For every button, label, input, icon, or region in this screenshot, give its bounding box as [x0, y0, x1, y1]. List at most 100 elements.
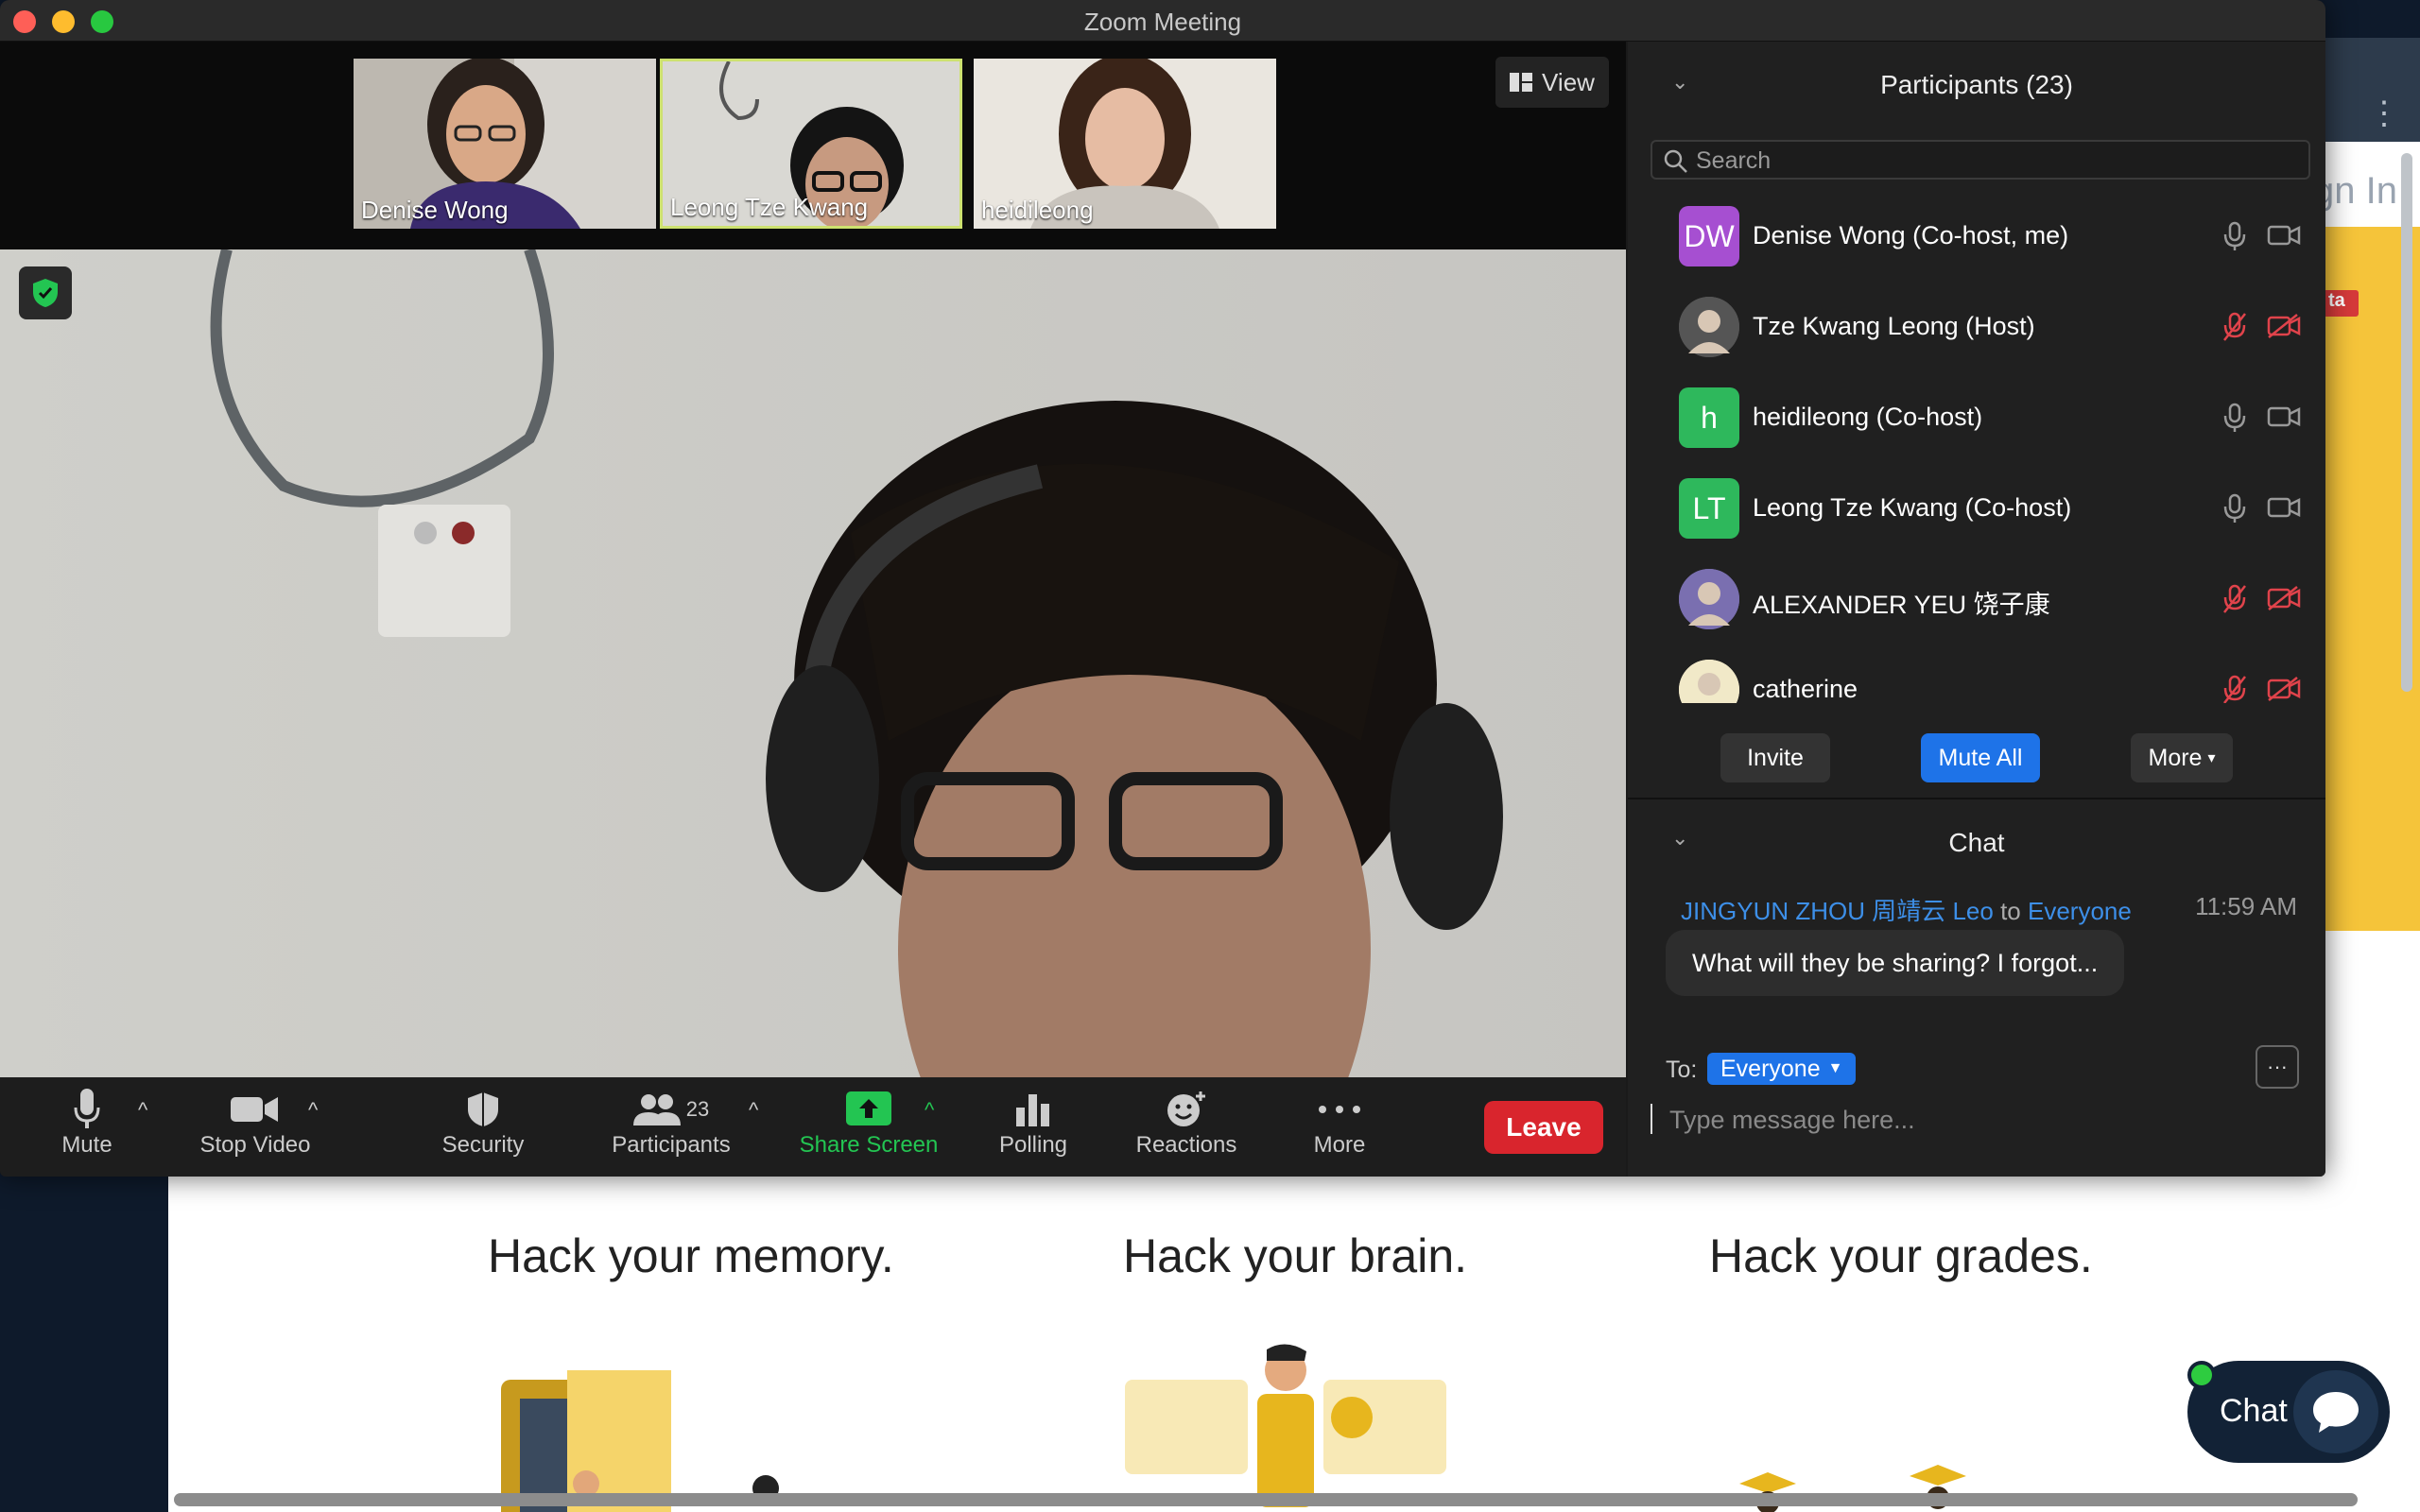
video-camera-icon[interactable]: [2267, 495, 2301, 524]
chat-timestamp: 11:59 AM: [2195, 892, 2297, 920]
more-button[interactable]: More: [1295, 1087, 1384, 1159]
view-label: View: [1542, 67, 1595, 96]
avatar-initials: h: [1701, 400, 1718, 435]
memory-illustration: [501, 1370, 779, 1512]
chat-message-input[interactable]: Type message here...: [1669, 1106, 1915, 1135]
leave-button[interactable]: Leave: [1484, 1101, 1603, 1154]
microphone-muted-icon[interactable]: [2221, 675, 2248, 703]
video-camera-icon[interactable]: [2267, 404, 2301, 434]
brain-illustration: [1125, 1344, 1446, 1507]
participants-search-input[interactable]: Search: [1651, 140, 2310, 180]
security-button[interactable]: Security: [431, 1087, 535, 1159]
participants-options-caret-icon[interactable]: ^: [749, 1098, 758, 1123]
stop-video-button[interactable]: Stop Video: [189, 1087, 321, 1159]
grid-view-icon: [1510, 73, 1533, 92]
video-off-icon[interactable]: [2267, 314, 2301, 343]
more-dots-icon: [1319, 1106, 1360, 1113]
avatar-initials: LT: [1692, 490, 1726, 525]
avatar: [1679, 569, 1739, 629]
video-camera-icon[interactable]: [2267, 223, 2301, 252]
participant-row[interactable]: LT Leong Tze Kwang (Co-host): [1628, 465, 2325, 556]
window-title: Zoom Meeting: [1083, 8, 1242, 36]
chat-sender[interactable]: JINGYUN ZHOU 周靖云 Leo: [1681, 897, 1994, 925]
zoom-window: Zoom Meeting Denise Wong Leong Tze Kwang…: [0, 0, 2325, 1177]
share-options-caret-icon[interactable]: ^: [925, 1098, 934, 1123]
mute-all-button[interactable]: Mute All: [1921, 733, 2040, 782]
active-speaker-video: [0, 249, 1626, 1077]
microphone-icon[interactable]: [2221, 493, 2248, 528]
chat-message-text: What will they be sharing? I forgot...: [1692, 948, 2099, 977]
microphone-icon[interactable]: [2221, 221, 2248, 256]
dropdown-caret-icon: ▼: [1827, 1060, 1843, 1076]
thumbnail-name: Denise Wong: [361, 196, 509, 224]
website-chat-widget[interactable]: Chat: [2187, 1361, 2390, 1463]
microphone-muted-icon[interactable]: [2221, 312, 2248, 347]
text-cursor: [1651, 1104, 1652, 1134]
chat-bubble-icon: [2293, 1370, 2378, 1453]
thumbnail-heidileong[interactable]: heidileong: [974, 59, 1276, 229]
search-icon: [1664, 149, 1687, 173]
participant-row[interactable]: h heidileong (Co-host): [1628, 374, 2325, 465]
polling-button[interactable]: Polling: [983, 1087, 1083, 1159]
participant-row[interactable]: ALEXANDER YEU 饶子康: [1628, 556, 2325, 646]
thumbnail-leong-tze-kwang[interactable]: Leong Tze Kwang: [660, 59, 962, 229]
meeting-toolbar: Mute ^ Stop Video ^ Security 23 Particip…: [0, 1077, 1626, 1177]
participants-button[interactable]: 23 Participants: [597, 1087, 745, 1159]
reactions-label: Reactions: [1135, 1132, 1237, 1158]
encryption-shield-icon[interactable]: [19, 266, 72, 319]
chat-recipient-dropdown[interactable]: Everyone ▼: [1707, 1053, 1857, 1085]
recipient-value: Everyone: [1720, 1055, 1821, 1082]
more-label: More: [1313, 1132, 1366, 1158]
heading-brain: Hack your brain.: [1123, 1229, 1468, 1282]
video-camera-icon: [231, 1097, 278, 1122]
more-participants-button[interactable]: More ▾: [2131, 733, 2233, 782]
stop-video-label: Stop Video: [199, 1132, 311, 1158]
video-off-icon[interactable]: [2267, 677, 2301, 703]
chat-more-options-button[interactable]: ···: [2256, 1045, 2299, 1089]
page-scrollbar[interactable]: [2401, 153, 2412, 692]
view-button[interactable]: View: [1495, 57, 1609, 108]
video-options-caret-icon[interactable]: ^: [308, 1098, 318, 1123]
horizontal-scrollbar[interactable]: [174, 1493, 2358, 1506]
reactions-button[interactable]: Reactions: [1125, 1087, 1248, 1159]
thumbnail-denise-wong[interactable]: Denise Wong: [354, 59, 656, 229]
participant-list: DW Denise Wong (Co-host, me) Tze Kwang Leo…: [1628, 193, 2325, 703]
smiley-icon: [1167, 1091, 1205, 1126]
bar-chart-icon: [1016, 1094, 1049, 1126]
participants-icon: [632, 1094, 681, 1125]
security-label: Security: [441, 1132, 525, 1158]
chat-recipient: Everyone: [2027, 897, 2132, 925]
heading-grades: Hack your grades.: [1709, 1229, 2093, 1282]
speaker-video-feed: [0, 249, 1626, 1077]
mute-button[interactable]: Mute: [38, 1087, 136, 1159]
profile-photo: [1679, 660, 1739, 703]
title-bar: Zoom Meeting: [0, 0, 2325, 42]
video-off-icon[interactable]: [2267, 586, 2301, 615]
microphone-muted-icon[interactable]: [2221, 584, 2248, 619]
chat-message-bubble: What will they be sharing? I forgot...: [1666, 930, 2125, 996]
sign-in-link[interactable]: gn In: [2313, 170, 2397, 213]
participant-name: Denise Wong (Co-host, me): [1753, 221, 2069, 249]
online-indicator: [2187, 1361, 2216, 1389]
chat-message-meta: JINGYUN ZHOU 周靖云 Leo to Everyone: [1681, 892, 2132, 927]
microphone-icon[interactable]: [2221, 403, 2248, 438]
video-thumbnail-strip: Denise Wong Leong Tze Kwang heidileong V…: [0, 42, 1626, 249]
search-placeholder: Search: [1696, 147, 1772, 174]
profile-photo: [1679, 297, 1739, 357]
chat-title: Chat: [1948, 828, 2005, 857]
participant-name: heidileong (Co-host): [1753, 403, 1983, 431]
share-screen-icon: [846, 1091, 891, 1125]
avatar-initials: DW: [1684, 218, 1735, 253]
profile-photo: [1679, 569, 1739, 629]
panel-divider: [1628, 798, 2325, 799]
audio-options-caret-icon[interactable]: ^: [138, 1098, 147, 1123]
participant-row[interactable]: Tze Kwang Leong (Host): [1628, 284, 2325, 374]
participant-row[interactable]: DW Denise Wong (Co-host, me): [1628, 193, 2325, 284]
invite-button[interactable]: Invite: [1720, 733, 1830, 782]
polling-label: Polling: [998, 1132, 1068, 1158]
participant-row[interactable]: catherine: [1628, 646, 2325, 703]
heading-memory: Hack your memory.: [488, 1229, 894, 1282]
browser-menu-icon[interactable]: ⋮: [2368, 94, 2400, 132]
participants-label: Participants: [612, 1132, 731, 1158]
microphone-icon: [74, 1089, 100, 1128]
